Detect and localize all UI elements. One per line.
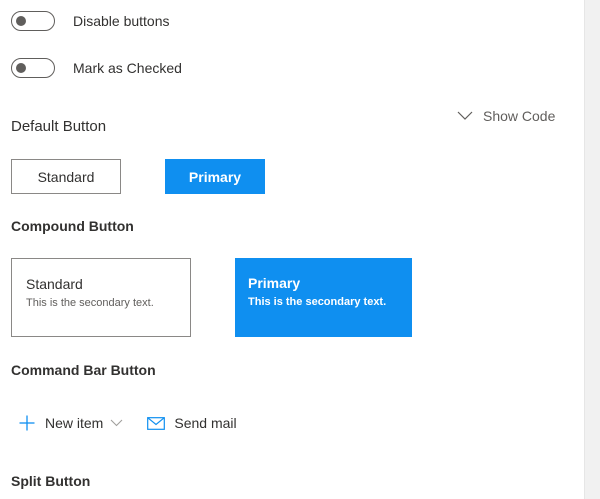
- scrollbar-track[interactable]: [584, 0, 600, 499]
- send-mail-button[interactable]: Send mail: [147, 415, 237, 431]
- compound-standard-secondary: This is the secondary text.: [26, 297, 154, 309]
- show-code-button[interactable]: Show Code: [457, 106, 555, 126]
- mail-icon: [147, 416, 166, 430]
- compound-standard-button[interactable]: Standard This is the secondary text.: [11, 258, 191, 337]
- default-button-title: Default Button: [11, 118, 107, 135]
- add-icon: [19, 415, 35, 431]
- compound-button-title: Compound Button: [11, 218, 134, 234]
- toggle-thumb: [16, 16, 26, 26]
- mark-as-checked-label: Mark as Checked: [73, 60, 182, 76]
- toggle-row-disable-buttons: Disable buttons: [11, 10, 170, 32]
- toggle-row-mark-as-checked: Mark as Checked: [11, 57, 182, 79]
- default-primary-button[interactable]: Primary: [165, 159, 265, 194]
- mark-as-checked-toggle[interactable]: [11, 58, 55, 78]
- chevron-down-icon: [457, 111, 473, 120]
- default-standard-button[interactable]: Standard: [11, 159, 121, 194]
- disable-buttons-label: Disable buttons: [73, 13, 170, 29]
- command-bar-button-title: Command Bar Button: [11, 362, 156, 378]
- command-bar: New item Send mail: [18, 412, 237, 434]
- chevron-down-icon: [110, 419, 123, 427]
- compound-primary-secondary: This is the secondary text.: [248, 296, 387, 308]
- toggle-thumb: [16, 63, 26, 73]
- split-button-title: Split Button: [11, 473, 91, 489]
- new-item-label: New item: [45, 415, 104, 431]
- disable-buttons-toggle[interactable]: [11, 11, 55, 31]
- compound-primary-button[interactable]: Primary This is the secondary text.: [235, 258, 412, 337]
- show-code-label: Show Code: [483, 108, 556, 124]
- send-mail-label: Send mail: [174, 415, 237, 431]
- compound-standard-label: Standard: [26, 276, 83, 292]
- compound-primary-label: Primary: [248, 275, 301, 291]
- new-item-button[interactable]: New item: [18, 414, 123, 432]
